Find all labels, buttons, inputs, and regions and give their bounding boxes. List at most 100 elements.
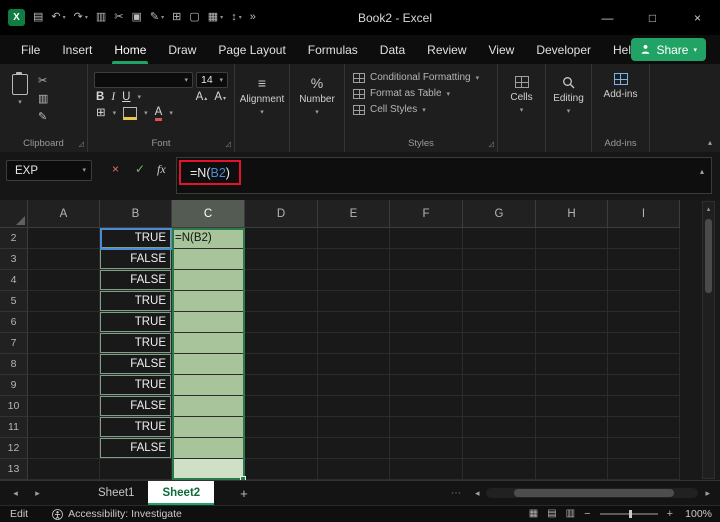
cell-i8[interactable] — [608, 354, 680, 375]
tab-developer[interactable]: Developer — [525, 35, 602, 64]
cell-i5[interactable] — [608, 291, 680, 312]
column-header-f[interactable]: F — [390, 200, 463, 228]
cell-h6[interactable] — [536, 312, 608, 333]
horizontal-scrollbar[interactable]: ◂ ▸ — [475, 488, 710, 499]
cell-e11[interactable] — [318, 417, 390, 438]
more-commands-icon[interactable]: » — [250, 12, 256, 23]
grow-font-button[interactable]: A ▴ — [196, 91, 208, 104]
cell-a5[interactable] — [28, 291, 100, 312]
cell-f9[interactable] — [390, 375, 463, 396]
cell-a10[interactable] — [28, 396, 100, 417]
row-header-2[interactable]: 2 — [0, 228, 28, 249]
cell-f12[interactable] — [390, 438, 463, 459]
paste-button[interactable]: ▾ — [12, 72, 28, 123]
cell-d6[interactable] — [245, 312, 318, 333]
cell-h3[interactable] — [536, 249, 608, 270]
row-header-8[interactable]: 8 — [0, 354, 28, 375]
share-button[interactable]: Share ▾ — [631, 38, 706, 61]
cell-i11[interactable] — [608, 417, 680, 438]
row-header-7[interactable]: 7 — [0, 333, 28, 354]
row-header-4[interactable]: 4 — [0, 270, 28, 291]
row-header-12[interactable]: 12 — [0, 438, 28, 459]
cell-b3[interactable]: FALSE — [100, 249, 172, 270]
row-header-10[interactable]: 10 — [0, 396, 28, 417]
bold-button[interactable]: B — [96, 91, 104, 104]
collapse-ribbon-icon[interactable]: ▴ — [708, 138, 712, 147]
cell-i10[interactable] — [608, 396, 680, 417]
borders-icon[interactable]: ⊞ — [96, 107, 106, 120]
cell-d7[interactable] — [245, 333, 318, 354]
cell-e4[interactable] — [318, 270, 390, 291]
cell-d10[interactable] — [245, 396, 318, 417]
close-button[interactable]: × — [675, 0, 720, 35]
copy-icon[interactable]: ▥ — [38, 92, 48, 105]
cell-g13[interactable] — [463, 459, 536, 480]
insert-function-icon[interactable]: fx — [157, 163, 166, 175]
tab-draw[interactable]: Draw — [157, 35, 207, 64]
cell-b10[interactable]: FALSE — [100, 396, 172, 417]
cell-f8[interactable] — [390, 354, 463, 375]
cell-a12[interactable] — [28, 438, 100, 459]
cell-e10[interactable] — [318, 396, 390, 417]
cell-a8[interactable] — [28, 354, 100, 375]
column-header-b[interactable]: B — [100, 200, 172, 228]
horizontal-scrollbar-track[interactable] — [486, 488, 699, 498]
column-header-d[interactable]: D — [245, 200, 318, 228]
cell-d3[interactable] — [245, 249, 318, 270]
cell-c4[interactable] — [172, 270, 245, 291]
cell-a2[interactable] — [28, 228, 100, 249]
cell-e2[interactable] — [318, 228, 390, 249]
font-size-select[interactable]: 14 ▾ — [196, 72, 228, 88]
horizontal-scrollbar-thumb[interactable] — [514, 489, 675, 497]
cell-i4[interactable] — [608, 270, 680, 291]
cell-a6[interactable] — [28, 312, 100, 333]
cell-e12[interactable] — [318, 438, 390, 459]
normal-view-icon[interactable]: ▦ — [529, 509, 538, 519]
cell-f2[interactable] — [390, 228, 463, 249]
cell-h12[interactable] — [536, 438, 608, 459]
cell-g7[interactable] — [463, 333, 536, 354]
cell-i7[interactable] — [608, 333, 680, 354]
cell-b8[interactable]: FALSE — [100, 354, 172, 375]
dialog-launcher-icon[interactable]: ◿ — [226, 140, 231, 148]
enter-icon[interactable]: ✓ — [135, 163, 145, 175]
alignment-button[interactable]: ≡ Alignment ▾ — [235, 64, 289, 116]
cell-f6[interactable] — [390, 312, 463, 333]
zoom-in-icon[interactable]: + — [667, 508, 673, 520]
column-header-h[interactable]: H — [536, 200, 608, 228]
tab-formulas[interactable]: Formulas — [297, 35, 369, 64]
conditional-formatting-button[interactable]: Conditional Formatting ▾ — [353, 73, 491, 83]
cell-c11[interactable] — [172, 417, 245, 438]
dialog-launcher-icon[interactable]: ◿ — [489, 140, 494, 148]
cell-h10[interactable] — [536, 396, 608, 417]
zoom-level[interactable]: 100% — [682, 508, 712, 520]
cell-c12[interactable] — [172, 438, 245, 459]
scroll-left-icon[interactable]: ◂ — [475, 488, 480, 499]
cell-e5[interactable] — [318, 291, 390, 312]
minimize-button[interactable]: — — [585, 0, 630, 35]
cell-b9[interactable]: TRUE — [100, 375, 172, 396]
font-name-select[interactable]: ▾ — [94, 72, 193, 88]
cell-i3[interactable] — [608, 249, 680, 270]
tab-file[interactable]: File — [10, 35, 51, 64]
cell-f13[interactable] — [390, 459, 463, 480]
row-header-11[interactable]: 11 — [0, 417, 28, 438]
underline-button[interactable]: U — [122, 91, 130, 104]
cell-c2[interactable]: =N(B2) — [172, 228, 245, 249]
cell-e9[interactable] — [318, 375, 390, 396]
cell-f11[interactable] — [390, 417, 463, 438]
copy-icon[interactable]: ▥ — [96, 12, 106, 23]
cell-g9[interactable] — [463, 375, 536, 396]
maximize-button[interactable]: □ — [630, 0, 675, 35]
cell-i6[interactable] — [608, 312, 680, 333]
cell-h13[interactable] — [536, 459, 608, 480]
cut-icon[interactable]: ✂ — [38, 74, 48, 87]
add-sheet-button[interactable]: + — [240, 486, 248, 501]
row-header-13[interactable]: 13 — [0, 459, 28, 480]
cell-b11[interactable]: TRUE — [100, 417, 172, 438]
cell-f4[interactable] — [390, 270, 463, 291]
sheet-options-icon[interactable]: ⋯ — [451, 488, 461, 499]
cell-a7[interactable] — [28, 333, 100, 354]
cell-g3[interactable] — [463, 249, 536, 270]
row-header-6[interactable]: 6 — [0, 312, 28, 333]
